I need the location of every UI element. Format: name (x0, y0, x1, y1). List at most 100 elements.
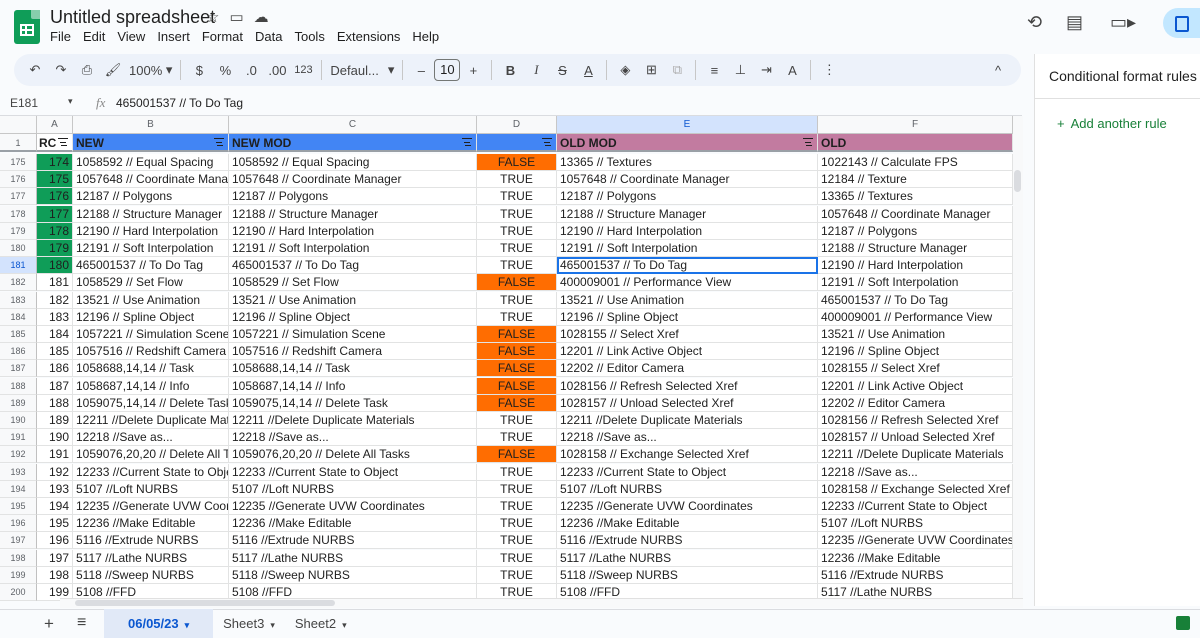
cell-rc[interactable]: 184 (37, 326, 73, 343)
vertical-scroll-thumb[interactable] (1014, 170, 1021, 192)
cell-match[interactable]: TRUE (477, 308, 557, 326)
cell-match[interactable]: TRUE (477, 463, 557, 481)
cell-old[interactable]: 12188 // Structure Manager (818, 240, 1013, 257)
row-number[interactable]: 200 (0, 584, 37, 601)
menu-edit[interactable]: Edit (77, 30, 111, 44)
header-cell-new-mod[interactable]: NEW MOD (229, 134, 477, 152)
cell-old-mod[interactable]: 12233 //Current State to Object (557, 463, 818, 481)
row-number[interactable]: 175 (0, 154, 37, 171)
cell-rc[interactable]: 198 (37, 566, 73, 584)
font-select[interactable]: Defaul... ▾ (327, 58, 397, 82)
filter-icon[interactable] (803, 138, 813, 147)
cell-new-mod[interactable]: 12191 // Soft Interpolation (229, 240, 477, 257)
row-number[interactable]: 199 (0, 566, 37, 584)
cell-old[interactable]: 13521 // Use Animation (818, 326, 1013, 343)
cell-new[interactable]: 1058592 // Equal Spacing (73, 154, 229, 171)
cell-new-mod[interactable]: 1057516 // Redshift Camera (229, 343, 477, 361)
menu-format[interactable]: Format (196, 30, 249, 44)
cell-match[interactable]: FALSE (477, 326, 557, 343)
horizontal-align-icon[interactable]: ≡ (701, 58, 727, 82)
header-cell-old[interactable]: OLD (818, 134, 1013, 152)
cell-rc[interactable]: 188 (37, 394, 73, 412)
row-number[interactable]: 177 (0, 188, 37, 206)
cell-new-mod[interactable]: 13521 // Use Animation (229, 291, 477, 309)
row-number[interactable]: 182 (0, 274, 37, 292)
sheet-tab-active[interactable]: 06/05/23 ▾ (104, 609, 214, 638)
cell-old[interactable]: 12184 // Texture (818, 171, 1013, 189)
italic-button[interactable]: I (523, 58, 549, 82)
share-button[interactable] (1163, 8, 1200, 38)
cell-old[interactable]: 1028158 // Exchange Selected Xref (818, 480, 1013, 498)
cell-new[interactable]: 12190 // Hard Interpolation (73, 222, 229, 240)
cell-rc[interactable]: 194 (37, 498, 73, 515)
filter-icon[interactable] (542, 138, 552, 147)
more-formats-button[interactable]: 123 (290, 58, 316, 82)
cell-new-mod[interactable]: 5117 //Lathe NURBS (229, 549, 477, 567)
text-rotation-icon[interactable]: A (779, 58, 805, 82)
cell-old[interactable]: 1057648 // Coordinate Manager (818, 205, 1013, 223)
cell-match[interactable]: FALSE (477, 154, 557, 171)
cell-match[interactable]: TRUE (477, 498, 557, 515)
cell-old-mod[interactable]: 400009001 // Performance View (557, 274, 818, 292)
cell-old-mod[interactable]: 1028157 // Unload Selected Xref (557, 394, 818, 412)
cell-new[interactable]: 1058529 // Set Flow (73, 274, 229, 292)
row-number[interactable]: 195 (0, 498, 37, 515)
row-number[interactable]: 189 (0, 394, 37, 412)
menu-insert[interactable]: Insert (151, 30, 196, 44)
row-number[interactable]: 180 (0, 240, 37, 257)
menu-help[interactable]: Help (406, 30, 445, 44)
add-sheet-icon[interactable]: + (44, 614, 54, 634)
cell-old-mod[interactable]: 12218 //Save as... (557, 429, 818, 447)
row-number[interactable]: 186 (0, 343, 37, 361)
cell-new[interactable]: 12235 //Generate UVW Coordir (73, 498, 229, 515)
cell-match[interactable]: FALSE (477, 446, 557, 464)
cell-old-mod[interactable]: 1028155 // Select Xref (557, 326, 818, 343)
cell-new[interactable]: 5116 //Extrude NURBS (73, 532, 229, 550)
folder-move-icon[interactable]: ▭ (229, 8, 243, 26)
cell-old-mod[interactable]: 1028158 // Exchange Selected Xref (557, 446, 818, 464)
cell-new-mod[interactable]: 5118 //Sweep NURBS (229, 566, 477, 584)
cell-old[interactable]: 12218 //Save as... (818, 463, 1013, 481)
cell-new[interactable]: 1057648 // Coordinate Manage (73, 171, 229, 189)
cell-new-mod[interactable]: 1059075,14,14 // Delete Task (229, 394, 477, 412)
cell-old[interactable]: 12233 //Current State to Object (818, 498, 1013, 515)
cell-new-mod[interactable]: 12187 // Polygons (229, 188, 477, 206)
decrease-decimal-button[interactable]: .0 (238, 58, 264, 82)
cell-new[interactable]: 1059076,20,20 // Delete All Tas (73, 446, 229, 464)
header-cell-d[interactable] (477, 134, 557, 152)
formula-input[interactable]: 465001537 // To Do Tag (116, 96, 243, 110)
column-header-d[interactable]: D (477, 116, 557, 134)
sheets-logo[interactable] (14, 10, 40, 44)
cell-new-mod[interactable]: 1059076,20,20 // Delete All Tasks (229, 446, 477, 464)
row-number[interactable]: 1 (0, 134, 37, 152)
cell-match[interactable]: TRUE (477, 566, 557, 584)
cell-old[interactable]: 400009001 // Performance View (818, 308, 1013, 326)
cell-old[interactable]: 12202 // Editor Camera (818, 394, 1013, 412)
cell-rc[interactable]: 186 (37, 360, 73, 378)
cell-rc[interactable]: 178 (37, 222, 73, 240)
increase-decimal-button[interactable]: .00 (264, 58, 290, 82)
row-number[interactable]: 181 (0, 257, 37, 275)
cell-new[interactable]: 1057516 // Redshift Camera (73, 343, 229, 361)
cell-rc[interactable]: 176 (37, 188, 73, 206)
cell-new-mod[interactable]: 12211 //Delete Duplicate Materials (229, 412, 477, 429)
row-number[interactable]: 192 (0, 446, 37, 464)
paint-format-icon[interactable]: 🖌 (100, 58, 126, 82)
row-number[interactable]: 185 (0, 326, 37, 343)
cell-new[interactable]: 12218 //Save as... (73, 429, 229, 447)
cell-new-mod[interactable]: 12233 //Current State to Object (229, 463, 477, 481)
row-number[interactable]: 176 (0, 171, 37, 189)
cell-rc[interactable]: 193 (37, 480, 73, 498)
cell-rc[interactable]: 181 (37, 274, 73, 292)
cell-new[interactable]: 1057221 // Simulation Scene (73, 326, 229, 343)
menu-file[interactable]: File (50, 30, 77, 44)
cell-old-mod[interactable]: 12191 // Soft Interpolation (557, 240, 818, 257)
cell-old[interactable]: 1022143 // Calculate FPS (818, 154, 1013, 171)
filter-icon[interactable] (214, 138, 224, 147)
cell-match[interactable]: TRUE (477, 205, 557, 223)
horizontal-scroll-thumb[interactable] (75, 600, 335, 606)
collapse-menus-icon[interactable]: ^ (985, 58, 1011, 82)
cell-match[interactable]: TRUE (477, 188, 557, 206)
cell-new-mod[interactable]: 12218 //Save as... (229, 429, 477, 447)
cell-rc[interactable]: 197 (37, 549, 73, 567)
